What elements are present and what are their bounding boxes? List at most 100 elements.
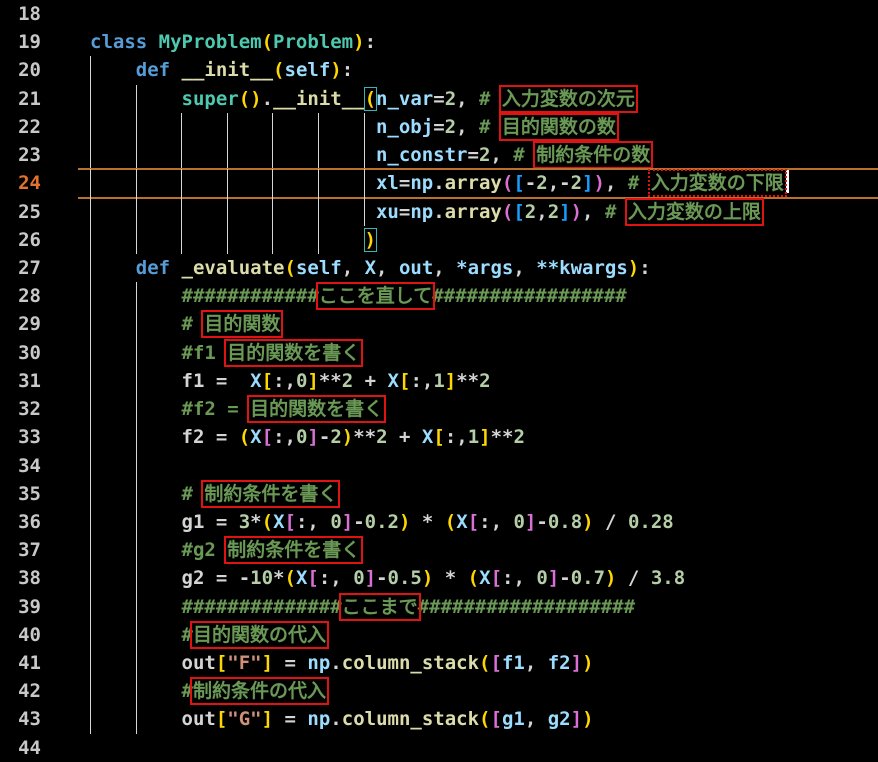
line-number[interactable]: 25 bbox=[0, 198, 78, 226]
code-line[interactable]: #f1 目的関数を書く bbox=[78, 339, 878, 367]
code-line-row[interactable]: 23 n_constr=2, # 制約条件の数 bbox=[0, 141, 878, 169]
line-number[interactable]: 28 bbox=[0, 282, 78, 310]
code-line[interactable]: f1 = X[:,0]**2 + X[:,1]**2 bbox=[78, 367, 878, 395]
line-number[interactable]: 22 bbox=[0, 113, 78, 141]
token: [ bbox=[399, 370, 410, 392]
code-line-row[interactable]: 28 ############ここを直して################# bbox=[0, 282, 878, 310]
code-line[interactable]: xl=np.array([-2,-2]), # 入力変数の下限 bbox=[78, 169, 878, 197]
code-text: xu=np.array([2,2]), # 入力変数の上限 bbox=[90, 201, 761, 223]
code-line[interactable]: g1 = 3*(X[:, 0]-0.2) * (X[:, 0]-0.8) / 0… bbox=[78, 508, 878, 536]
code-line[interactable]: super().__init__(n_var=2, # 入力変数の次元 bbox=[78, 85, 878, 113]
line-number[interactable]: 18 bbox=[0, 0, 78, 28]
token: () bbox=[239, 88, 262, 110]
code-line-row[interactable]: 36 g1 = 3*(X[:, 0]-0.2) * (X[:, 0]-0.8) … bbox=[0, 508, 878, 536]
token: :, bbox=[410, 370, 433, 392]
code-line-row[interactable]: 18 bbox=[0, 0, 878, 28]
line-number[interactable]: 37 bbox=[0, 536, 78, 564]
code-line-row[interactable]: 43 out["G"] = np.column_stack([g1, g2]) bbox=[0, 705, 878, 733]
code-line-row[interactable]: 22 n_obj=2, # 目的関数の数 bbox=[0, 113, 878, 141]
code-line[interactable]: # 目的関数 bbox=[78, 310, 878, 338]
line-number[interactable]: 34 bbox=[0, 452, 78, 480]
code-line[interactable]: #f2 = 目的関数を書く bbox=[78, 395, 878, 423]
code-line[interactable] bbox=[78, 734, 878, 762]
line-number[interactable]: 20 bbox=[0, 56, 78, 84]
code-line[interactable]: #g2 制約条件を書く bbox=[78, 536, 878, 564]
line-number[interactable]: 38 bbox=[0, 564, 78, 592]
code-line-row[interactable]: 34 bbox=[0, 452, 878, 480]
token: ** bbox=[353, 426, 376, 448]
code-line-row[interactable]: 21 super().__init__(n_var=2, # 入力変数の次元 bbox=[0, 85, 878, 113]
line-number[interactable]: 23 bbox=[0, 141, 78, 169]
code-line[interactable]: def _evaluate(self, X, out, *args, **kwa… bbox=[78, 254, 878, 282]
code-line[interactable] bbox=[78, 0, 878, 28]
code-line[interactable]: def __init__(self): bbox=[78, 56, 878, 84]
code-line-row[interactable]: 33 f2 = (X[:,0]-2)**2 + X[:,1]**2 bbox=[0, 423, 878, 451]
code-line-row[interactable]: 35 # 制約条件を書く bbox=[0, 480, 878, 508]
code-line-row[interactable]: 30 #f1 目的関数を書く bbox=[0, 339, 878, 367]
code-line[interactable]: xu=np.array([2,2]), # 入力変数の上限 bbox=[78, 198, 878, 226]
code-line[interactable]: g2 = -10*(X[:, 0]-0.5) * (X[:, 0]-0.7) /… bbox=[78, 564, 878, 592]
code-line[interactable]: class MyProblem(Problem): bbox=[78, 28, 878, 56]
code-line-row[interactable]: 44 bbox=[0, 734, 878, 762]
code-line-row[interactable]: 19 class MyProblem(Problem): bbox=[0, 28, 878, 56]
code-line[interactable]: ) bbox=[78, 226, 878, 254]
line-number[interactable]: 19 bbox=[0, 28, 78, 56]
code-line[interactable]: ##############ここまで################### bbox=[78, 593, 878, 621]
line-number[interactable]: 32 bbox=[0, 395, 78, 423]
line-number[interactable]: 33 bbox=[0, 423, 78, 451]
token: ############ bbox=[182, 285, 319, 307]
code-line-row[interactable]: 20 def __init__(self): bbox=[0, 56, 878, 84]
code-line[interactable]: #目的関数の代入 bbox=[78, 621, 878, 649]
code-line[interactable]: n_constr=2, # 制約条件の数 bbox=[78, 141, 878, 169]
line-number[interactable]: 39 bbox=[0, 593, 78, 621]
line-number[interactable]: 31 bbox=[0, 367, 78, 395]
line-number[interactable]: 40 bbox=[0, 621, 78, 649]
code-line[interactable]: # 制約条件を書く bbox=[78, 480, 878, 508]
line-number[interactable]: 35 bbox=[0, 480, 78, 508]
code-line-row[interactable]: 38 g2 = -10*(X[:, 0]-0.5) * (X[:, 0]-0.7… bbox=[0, 564, 878, 592]
token: - bbox=[536, 511, 547, 533]
indent-guide bbox=[136, 536, 137, 564]
active-line-number[interactable]: 24 bbox=[0, 169, 78, 197]
line-number[interactable]: 27 bbox=[0, 254, 78, 282]
line-number[interactable]: 44 bbox=[0, 734, 78, 762]
code-line[interactable]: out["F"] = np.column_stack([f1, f2]) bbox=[78, 649, 878, 677]
code-editor[interactable]: 1819 class MyProblem(Problem): 20 def __in… bbox=[0, 0, 878, 762]
indent-spaces bbox=[90, 172, 376, 194]
token: = bbox=[468, 144, 479, 166]
token: 3 bbox=[239, 511, 250, 533]
line-number[interactable]: 43 bbox=[0, 705, 78, 733]
line-number[interactable]: 29 bbox=[0, 310, 78, 338]
code-line[interactable]: ############ここを直して################# bbox=[78, 282, 878, 310]
code-line[interactable]: out["G"] = np.column_stack([g1, g2]) bbox=[78, 705, 878, 733]
code-line[interactable] bbox=[78, 452, 878, 480]
code-line-row[interactable]: 24 xl=np.array([-2,-2]), # 入力変数の下限 bbox=[0, 169, 878, 197]
line-number[interactable]: 41 bbox=[0, 649, 78, 677]
code-line-row[interactable]: 39 ##############ここまで################### bbox=[0, 593, 878, 621]
code-line-row[interactable]: 31 f1 = X[:,0]**2 + X[:,1]**2 bbox=[0, 367, 878, 395]
code-line-row[interactable]: 40 #目的関数の代入 bbox=[0, 621, 878, 649]
token: , bbox=[548, 172, 559, 194]
annotated-comment: 入力変数の上限 bbox=[628, 201, 761, 223]
code-line-row[interactable]: 37 #g2 制約条件を書く bbox=[0, 536, 878, 564]
code-line-row[interactable]: 27 def _evaluate(self, X, out, *args, **… bbox=[0, 254, 878, 282]
line-number[interactable]: 26 bbox=[0, 226, 78, 254]
line-number[interactable]: 42 bbox=[0, 677, 78, 705]
token: np bbox=[307, 652, 330, 674]
code-line[interactable]: n_obj=2, # 目的関数の数 bbox=[78, 113, 878, 141]
indent-guide bbox=[318, 226, 319, 254]
code-text: class MyProblem(Problem): bbox=[90, 31, 376, 53]
line-number[interactable]: 21 bbox=[0, 85, 78, 113]
code-line[interactable]: f2 = (X[:,0]-2)**2 + X[:,1]**2 bbox=[78, 423, 878, 451]
code-line-row[interactable]: 25 xu=np.array([2,2]), # 入力変数の上限 bbox=[0, 198, 878, 226]
code-line-row[interactable]: 32 #f2 = 目的関数を書く bbox=[0, 395, 878, 423]
code-line-row[interactable]: 41 out["F"] = np.column_stack([f1, f2]) bbox=[0, 649, 878, 677]
line-number[interactable]: 30 bbox=[0, 339, 78, 367]
code-line-row[interactable]: 26 ) bbox=[0, 226, 878, 254]
code-line[interactable]: #制約条件の代入 bbox=[78, 677, 878, 705]
code-line-row[interactable]: 42 #制約条件の代入 bbox=[0, 677, 878, 705]
line-number[interactable]: 36 bbox=[0, 508, 78, 536]
code-line-row[interactable]: 29 # 目的関数 bbox=[0, 310, 878, 338]
code-text: n_obj=2, # 目的関数の数 bbox=[90, 116, 616, 138]
token: ] bbox=[559, 201, 570, 223]
